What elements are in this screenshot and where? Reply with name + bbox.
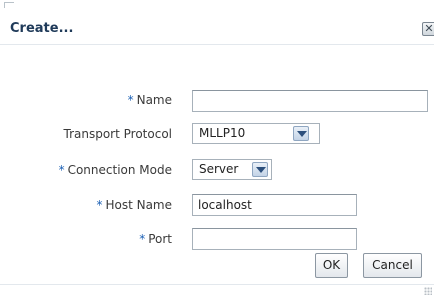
connection-mode-label: * Connection Mode	[58, 163, 172, 177]
chevron-down-icon[interactable]	[293, 126, 309, 141]
connection-mode-select[interactable]: Server	[192, 159, 272, 180]
close-icon[interactable]: ✕	[422, 22, 434, 36]
transport-protocol-value: MLLP10	[199, 126, 246, 140]
chevron-down-icon[interactable]	[252, 162, 268, 177]
create-dialog: Create... ✕ * Name Transport Protocol MLL…	[0, 0, 434, 297]
name-label: * Name	[127, 93, 172, 107]
required-marker: *	[96, 198, 103, 212]
port-input[interactable]	[192, 228, 357, 250]
footer-divider	[0, 284, 434, 285]
resize-grip-icon[interactable]	[424, 287, 432, 295]
dialog-title: Create...	[10, 21, 74, 36]
dialog-corner	[4, 2, 14, 8]
connection-mode-value: Server	[199, 162, 239, 176]
transport-protocol-label: Transport Protocol	[63, 127, 172, 141]
required-marker: *	[58, 163, 65, 177]
required-marker: *	[127, 93, 134, 107]
host-name-input[interactable]	[192, 194, 357, 216]
name-input[interactable]	[192, 90, 428, 112]
transport-protocol-select[interactable]: MLLP10	[192, 123, 320, 144]
required-marker: *	[139, 232, 146, 246]
host-name-label: * Host Name	[96, 198, 172, 212]
cancel-button[interactable]: Cancel	[363, 253, 422, 278]
ok-button[interactable]: OK	[315, 253, 348, 278]
port-label: * Port	[139, 232, 172, 246]
title-divider	[0, 44, 434, 45]
